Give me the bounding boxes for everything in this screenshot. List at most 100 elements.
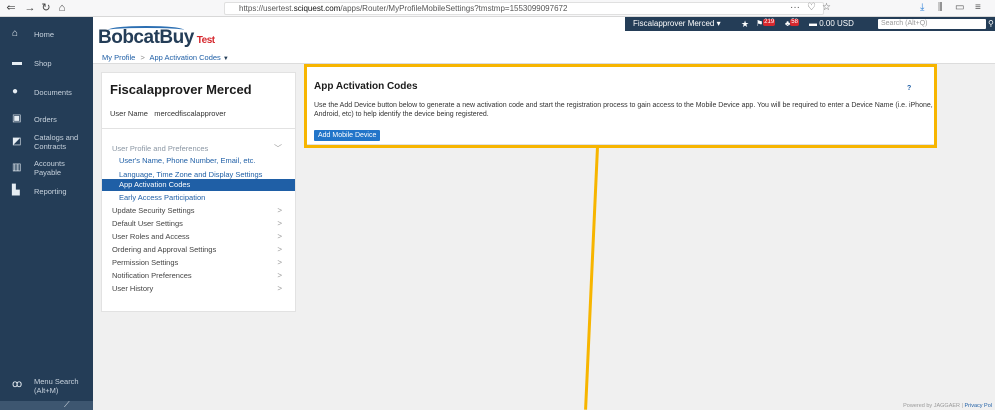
page-title: App Activation Codes	[314, 81, 418, 92]
profile-menu-item[interactable]: Permission Settings >	[102, 257, 295, 269]
hamburger-menu-icon[interactable]: ≡	[975, 1, 981, 15]
profile-menu-item[interactable]: Ordering and Approval Settings >	[102, 244, 295, 256]
sidebar-item-label: Documents	[34, 88, 72, 97]
breadcrumb-my-profile[interactable]: My Profile	[102, 53, 135, 62]
menu-search-text: Menu Search	[34, 377, 79, 386]
chevron-right-icon: >	[277, 271, 282, 280]
alert-count-badge: 58	[790, 19, 799, 26]
app-header: BobcatBuy Test Fiscalapprover Merced ▾ ★ …	[93, 17, 995, 53]
profile-menu-label: Notification Preferences	[112, 271, 192, 280]
orders-icon: ▣	[12, 113, 22, 124]
profile-menu-item[interactable]: Notification Preferences >	[102, 270, 295, 282]
profile-menu-item[interactable]: User History >	[102, 283, 295, 295]
profile-menu-label: Ordering and Approval Settings	[112, 245, 217, 254]
forward-icon[interactable]: →	[22, 1, 38, 15]
sidebar: ⌂ Home ▬ Shop ● Documents ▣ Orders ◩ Catalogs…	[0, 17, 93, 410]
breadcrumb-separator: >	[140, 53, 145, 62]
app-activation-card: App Activation Codes ? Use the Add Devic…	[305, 65, 935, 145]
sidebar-item-label: Orders	[34, 115, 57, 124]
chevron-down-icon: ﹀	[274, 144, 282, 153]
search-icon[interactable]: ⚲	[988, 17, 994, 31]
sidebar-item-label: Home	[34, 30, 55, 39]
chevron-right-icon: >	[277, 284, 282, 293]
chevron-down-icon[interactable]: ▼	[223, 56, 229, 62]
profile-username: User Name mercedfiscalapprover	[110, 109, 226, 118]
back-icon[interactable]: ⇐	[3, 1, 19, 15]
profile-menu-label: Default User Settings	[112, 219, 183, 228]
profile-menu-item[interactable]: User Roles and Access >	[102, 231, 295, 243]
bookmark-star-icon[interactable]: ☆	[822, 1, 831, 15]
library-icon[interactable]: ⫼	[938, 1, 943, 15]
profile-panel: Fiscalapprover Merced User Name mercedfi…	[101, 72, 296, 312]
search-input[interactable]: Search (Alt+Q)	[878, 19, 986, 29]
powered-by: Powered by JAGGAER |	[903, 403, 963, 409]
sidebar-item-label: Reporting	[34, 187, 67, 196]
profile-name: Fiscalapprover Merced	[110, 82, 252, 97]
collapse-icon: ⟋	[64, 400, 70, 409]
chart-icon: ▙	[12, 185, 20, 196]
profile-menu-label: User History	[112, 284, 154, 293]
reload-icon[interactable]: ↻	[38, 1, 54, 15]
add-mobile-device-button[interactable]: Add Mobile Device	[314, 130, 381, 141]
menu-search-shortcut: (Alt+M)	[34, 386, 59, 395]
url-path: /apps/Router/MyProfileMobileSettings?tms…	[340, 4, 568, 13]
url-prefix: https://usertest.	[239, 4, 294, 13]
cart-total: 0.00 USD	[819, 19, 854, 28]
profile-menu-item[interactable]: User Profile and Preferences ﹀	[102, 143, 295, 155]
cart-header-icon: ▬	[809, 19, 817, 28]
profile-menu-label: User's Name, Phone Number, Email, etc.	[119, 156, 256, 165]
search-placeholder: Search (Alt+Q)	[881, 20, 928, 27]
notifications[interactable]: ♣58	[785, 17, 799, 31]
sidebar-item-label: Shop	[34, 59, 52, 68]
browser-toolbar: ⇐ → ↻ ⌂ https://usertest.sciquest.com/ap…	[0, 0, 995, 17]
profile-menu-item[interactable]: Early Access Participation	[102, 192, 295, 204]
username-value: mercedfiscalapprover	[154, 109, 226, 118]
profile-menu-item[interactable]: Default User Settings >	[102, 218, 295, 230]
profile-menu-item[interactable]: Update Security Settings >	[102, 205, 295, 217]
download-icon[interactable]: ⤓	[920, 1, 924, 15]
sidebar-item-label: Accounts Payable	[34, 159, 65, 177]
profile-menu-item[interactable]: User's Name, Phone Number, Email, etc.	[102, 155, 295, 167]
chevron-right-icon: >	[277, 219, 282, 228]
flag-count-badge: 219	[763, 19, 776, 26]
page-description: Use the Add Device button below to gener…	[314, 102, 933, 118]
profile-menu-label: App Activation Codes	[119, 180, 191, 189]
cart[interactable]: ▬ 0.00 USD	[809, 17, 854, 31]
profile-menu-label: Early Access Participation	[119, 193, 206, 202]
chevron-right-icon: >	[277, 206, 282, 215]
breadcrumb-current[interactable]: App Activation Codes	[150, 53, 221, 62]
profile-menu-label: Permission Settings	[112, 258, 179, 267]
footer: Powered by JAGGAER | Privacy Pol	[903, 403, 992, 409]
pocket-icon[interactable]: ♡	[807, 1, 816, 15]
chevron-right-icon: >	[277, 232, 282, 241]
profile-menu-label: User Roles and Access	[112, 232, 190, 241]
callout-line	[584, 146, 599, 410]
privacy-link[interactable]: Privacy Pol	[964, 403, 992, 409]
address-bar[interactable]: https://usertest.sciquest.com/apps/Route…	[224, 2, 824, 15]
help-icon[interactable]: ?	[907, 85, 911, 92]
bobcatbuy-logo[interactable]: BobcatBuy Test	[98, 27, 215, 49]
user-menu[interactable]: Fiscalapprover Merced ▾	[633, 17, 721, 31]
url-domain: sciquest.com	[293, 4, 341, 13]
profile-menu-label: User Profile and Preferences	[112, 144, 209, 153]
profile-menu-item[interactable]: App Activation Codes	[102, 179, 295, 191]
documents-icon: ●	[12, 86, 19, 97]
bank-icon: ▥	[12, 162, 22, 173]
action-items[interactable]: ⚑219	[756, 17, 776, 31]
divider	[102, 128, 295, 129]
profile-menu-label: Language, Time Zone and Display Settings	[119, 170, 263, 179]
chevron-right-icon: >	[277, 258, 282, 267]
username-label: User Name	[110, 109, 148, 118]
sidebar-toggle-icon[interactable]: ▭	[955, 1, 964, 15]
sidebar-collapse-bar[interactable]: ⟋	[0, 400, 93, 410]
logo-text: BobcatBuy	[98, 27, 194, 48]
top-user-bar: Fiscalapprover Merced ▾ ★ ⚑219 ♣58 ▬ 0.0…	[625, 17, 995, 31]
chevron-right-icon: >	[277, 245, 282, 254]
page-actions-icon[interactable]: ···	[790, 1, 800, 15]
sidebar-item-label: Catalogs and Contracts	[34, 133, 79, 151]
profile-menu-label: Update Security Settings	[112, 206, 195, 215]
home-browser-icon[interactable]: ⌂	[54, 1, 70, 15]
home-icon: ⌂	[12, 28, 19, 39]
favorites-star-icon[interactable]: ★	[741, 17, 749, 31]
menu-search-label: Menu Search (Alt+M)	[34, 377, 79, 395]
